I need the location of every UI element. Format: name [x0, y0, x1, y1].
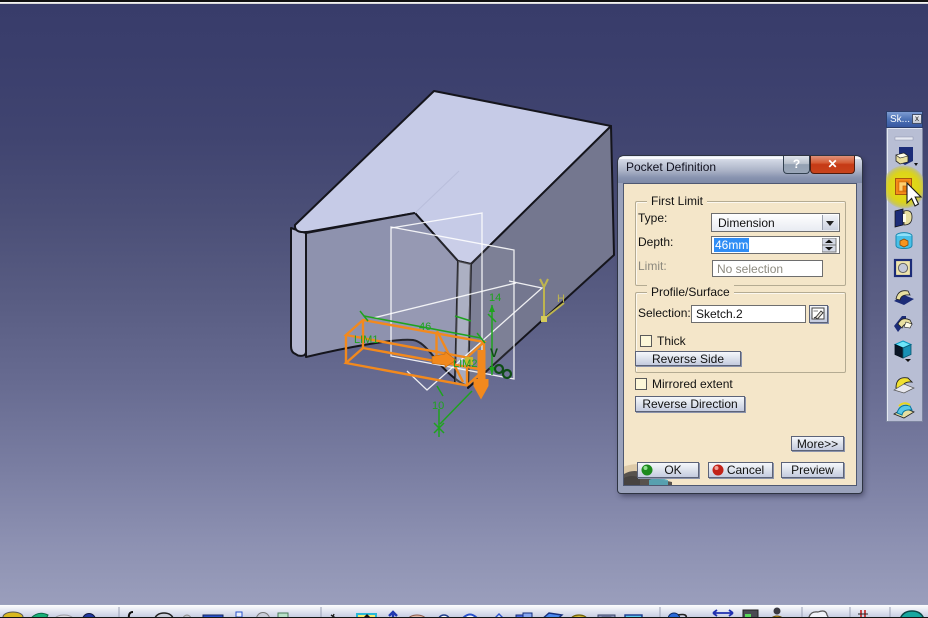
svg-text:V: V	[490, 346, 498, 360]
svg-text:46: 46	[419, 321, 431, 333]
svg-text:LIM1: LIM1	[354, 334, 378, 346]
svg-text:14: 14	[489, 292, 501, 304]
svg-text:LIM2: LIM2	[453, 358, 477, 370]
svg-text:10: 10	[432, 400, 444, 412]
svg-text:H: H	[557, 293, 565, 305]
